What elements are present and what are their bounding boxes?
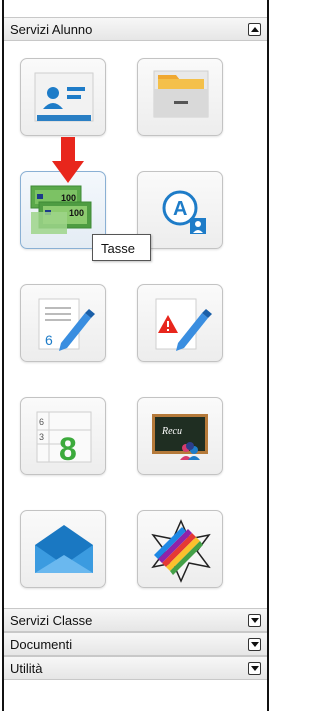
svg-text:8: 8: [59, 431, 77, 467]
panel-title-servizi-alunno: Servizi Alunno: [10, 22, 93, 37]
notes-warning-pencil-icon: [155, 298, 212, 351]
svg-text:100: 100: [69, 208, 84, 218]
svg-text:6: 6: [39, 417, 44, 427]
tile-messages[interactable]: [20, 510, 106, 588]
expand-icon[interactable]: [248, 638, 261, 651]
panel-header-documenti[interactable]: Documenti: [4, 632, 267, 656]
tile-notes-warning[interactable]: [137, 284, 223, 362]
tooltip-text: Tasse: [101, 241, 135, 256]
servizi-alunno-content: 100 100 A 6 6 3 8 Recu Tasse: [4, 41, 267, 621]
tile-colorful[interactable]: [137, 510, 223, 588]
tile-grade-calendar[interactable]: 6 3 8: [20, 397, 106, 475]
side-panel: Servizi Alunno 100 100 A 6 6 3 8 Recu Ta…: [2, 0, 269, 711]
red-arrow-down-icon: [52, 137, 84, 183]
panel-title-utilita: Utilità: [10, 661, 43, 676]
messages-envelope-icon: [35, 525, 93, 573]
panel-header-servizi-classe[interactable]: Servizi Classe: [4, 608, 267, 632]
expand-icon[interactable]: [248, 614, 261, 627]
expand-icon[interactable]: [248, 662, 261, 675]
student-id-card-icon: [34, 72, 94, 122]
panel-header-utilita[interactable]: Utilità: [4, 656, 267, 680]
svg-text:6: 6: [45, 332, 53, 348]
tile-student-card[interactable]: [20, 58, 106, 136]
tile-recovery[interactable]: Recu: [137, 397, 223, 475]
panel-title-documenti: Documenti: [10, 637, 73, 652]
tile-grade-pencil[interactable]: 6: [20, 284, 106, 362]
grade-calendar-icon: 6 3 8: [36, 411, 92, 467]
recovery-blackboard-icon: Recu: [152, 414, 208, 460]
collapse-icon[interactable]: [248, 23, 261, 36]
svg-text:Recu: Recu: [161, 426, 182, 437]
panel-header-servizi-alunno[interactable]: Servizi Alunno: [4, 17, 267, 41]
tooltip: Tasse: [92, 234, 151, 261]
svg-text:A: A: [173, 198, 187, 220]
colorful-star-icon: [151, 519, 211, 583]
grade-pencil-icon: 6: [38, 298, 95, 351]
svg-text:3: 3: [39, 432, 44, 442]
folder-drawer-icon: [153, 70, 209, 118]
tile-folder[interactable]: [137, 58, 223, 136]
panel-title-servizi-classe: Servizi Classe: [10, 613, 93, 628]
